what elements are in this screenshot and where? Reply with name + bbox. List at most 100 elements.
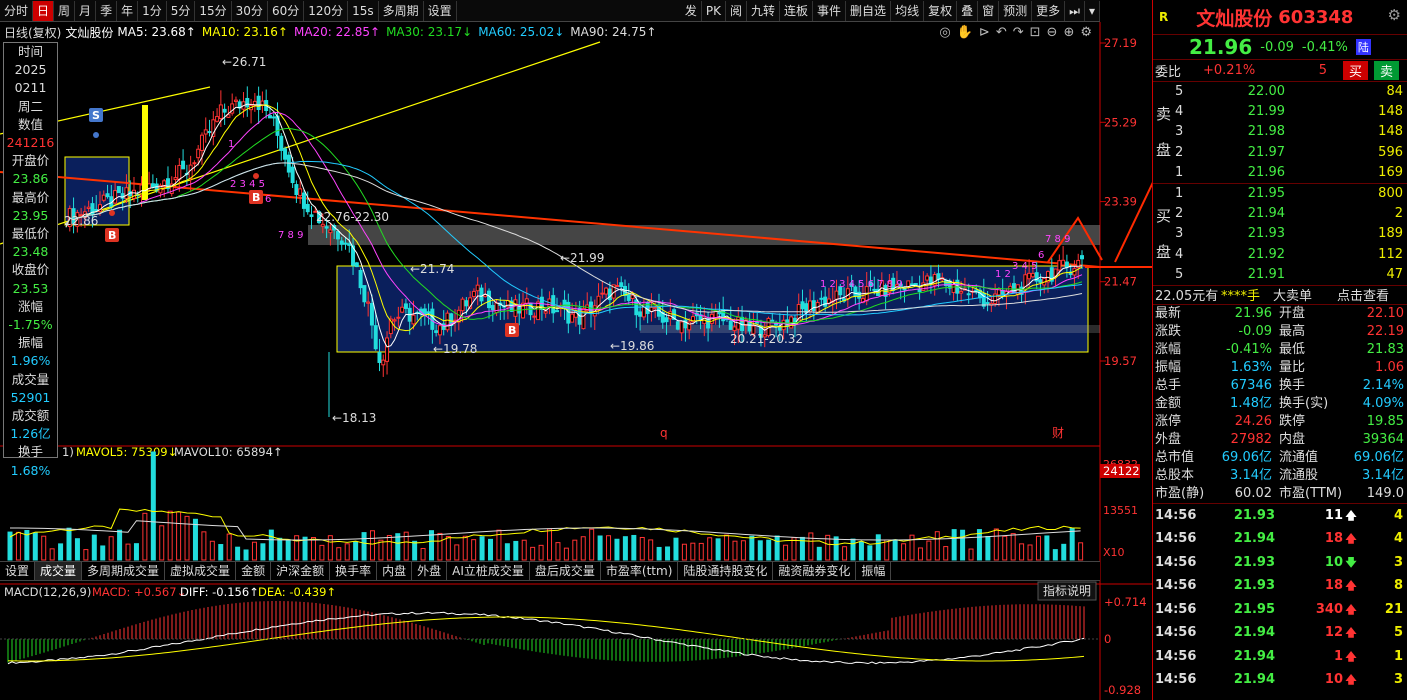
candle-body	[385, 337, 390, 362]
order-volume: 189	[1378, 226, 1403, 242]
period-12-button[interactable]: 15s	[348, 0, 379, 21]
level-label: 22.86	[64, 214, 98, 228]
volume-bar	[66, 527, 72, 561]
volume-bar	[589, 528, 595, 561]
tool-8-button[interactable]: 复权	[924, 0, 958, 21]
candle-body	[101, 194, 106, 201]
candle-body	[199, 134, 204, 151]
indicator-tab-0[interactable]: 设置	[0, 562, 36, 580]
order-level: 3	[1175, 124, 1184, 140]
order-volume: 169	[1378, 164, 1403, 180]
chart-area[interactable]: 27.1925.2923.3921.4719.57268322412213551…	[0, 22, 1152, 700]
candle-body	[343, 242, 348, 245]
price-axis-label: 21.47	[1104, 275, 1137, 289]
stat-row: 外盘 27982 内盘 39364	[1153, 431, 1407, 449]
dropdown-icon[interactable]: ▾	[1085, 0, 1100, 21]
period-13-button[interactable]: 多周期	[379, 0, 424, 21]
candle-body	[430, 308, 435, 330]
tick-row: 14:56 21.94 10 🡅 3	[1153, 668, 1407, 692]
last-price: 21.96	[1189, 35, 1253, 59]
indicator-tab-10[interactable]: 盘后成交量	[530, 562, 601, 580]
tool-2-button[interactable]: 阅	[726, 0, 747, 21]
volume-bar	[698, 542, 704, 561]
book-side-char: 卖	[1156, 105, 1172, 123]
period-1-button[interactable]: 日	[33, 0, 55, 21]
info-value: 52901	[10, 389, 51, 405]
stat-label: 流通股	[1279, 467, 1319, 483]
tool-7-button[interactable]: 均线	[891, 0, 925, 21]
settings-icon[interactable]: ⚙	[1080, 25, 1092, 40]
gear-icon[interactable]: ⚙	[1388, 6, 1401, 24]
volume-bar	[1027, 544, 1033, 561]
tick-list: 14:56 21.93 11 🡅 4 14:56 21.94 18 🡅 4 14:56 21.93 10…	[1153, 504, 1407, 692]
play-icon[interactable]: ⏭	[1065, 0, 1085, 21]
play-circle-icon[interactable]: ⊳	[979, 25, 990, 40]
hand-icon[interactable]: ✋	[957, 25, 973, 40]
signal-candle	[142, 105, 148, 200]
indicator-tab-2[interactable]: 多周期成交量	[82, 562, 166, 580]
signal-dot	[253, 173, 259, 179]
eye-icon[interactable]: ◎	[939, 25, 950, 40]
zoom-out-icon[interactable]: ⊖	[1047, 25, 1058, 40]
sell-button[interactable]: 卖	[1374, 61, 1400, 80]
tool-0-button[interactable]: 发	[681, 0, 702, 21]
indicator-tab-13[interactable]: 融资融券变化	[773, 562, 857, 580]
period-9-button[interactable]: 30分	[232, 0, 268, 21]
volume-bar	[471, 539, 477, 561]
tool-1-button[interactable]: PK	[702, 0, 726, 21]
redo-icon[interactable]: ↷	[1013, 25, 1024, 40]
tool-12-button[interactable]: 更多	[1032, 0, 1066, 21]
candle-body	[1030, 272, 1035, 278]
tool-9-button[interactable]: 叠	[957, 0, 979, 21]
period-14-button[interactable]: 设置	[424, 0, 457, 21]
tool-5-button[interactable]: 事件	[813, 0, 847, 21]
volume-bar	[985, 535, 991, 561]
indicator-tab-7[interactable]: 内盘	[377, 562, 413, 580]
tool-3-button[interactable]: 九转	[747, 0, 781, 21]
order-row: 5 21.91 47	[1153, 265, 1407, 285]
book-side-label: 卖盘	[1156, 96, 1172, 168]
zoom-in-icon[interactable]: ⊕	[1063, 25, 1074, 40]
indicator-tab-5[interactable]: 沪深金额	[271, 562, 331, 580]
volume-bar	[1002, 535, 1008, 561]
book-side-char: 盘	[1156, 141, 1172, 159]
lock-icon[interactable]: ⊡	[1030, 25, 1041, 40]
period-10-button[interactable]: 60分	[268, 0, 305, 21]
tool-10-button[interactable]: 窗	[978, 0, 1000, 21]
candle-body	[630, 294, 635, 300]
indicator-tab-3[interactable]: 虚拟成交量	[165, 562, 237, 580]
tool-11-button[interactable]: 预测	[999, 0, 1033, 21]
tool-4-button[interactable]: 连板	[780, 0, 814, 21]
tool-6-button[interactable]: 删自选	[846, 0, 892, 21]
period-0-button[interactable]: 分时	[0, 0, 34, 21]
volume-bar	[437, 532, 443, 561]
candle-body	[347, 243, 352, 246]
candle-body	[800, 301, 805, 310]
indicator-tab-11[interactable]: 市盈率(ttm)	[601, 562, 679, 580]
stat-label: 总市值	[1155, 449, 1195, 465]
volume-axis-label: X10	[1103, 546, 1125, 559]
period-7-button[interactable]: 5分	[167, 0, 196, 21]
period-4-button[interactable]: 季	[96, 0, 118, 21]
indicator-tab-1[interactable]: 成交量	[35, 562, 83, 580]
period-5-button[interactable]: 年	[117, 0, 139, 21]
indicator-tab-9[interactable]: AI立桩成交量	[447, 562, 530, 580]
buy-button[interactable]: 买	[1343, 61, 1369, 80]
period-2-button[interactable]: 周	[54, 0, 76, 21]
period-3-button[interactable]: 月	[75, 0, 97, 21]
period-11-button[interactable]: 120分	[304, 0, 349, 21]
indicator-tab-12[interactable]: 陆股通持股变化	[678, 562, 774, 580]
candle-body	[770, 319, 775, 322]
indicator-tab-6[interactable]: 换手率	[330, 562, 378, 580]
candle-body	[626, 293, 631, 301]
indicator-tab-8[interactable]: 外盘	[412, 562, 448, 580]
order-price: 21.91	[1247, 266, 1285, 282]
volume-bar	[150, 451, 156, 561]
period-8-button[interactable]: 15分	[195, 0, 232, 21]
undo-icon[interactable]: ↶	[996, 25, 1007, 40]
big-order-link[interactable]: 点击查看	[1337, 285, 1389, 304]
indicator-tab-4[interactable]: 金额	[236, 562, 272, 580]
period-6-button[interactable]: 1分	[138, 0, 167, 21]
stat-value: 69.06亿	[1221, 449, 1272, 465]
indicator-tab-14[interactable]: 振幅	[856, 562, 892, 580]
